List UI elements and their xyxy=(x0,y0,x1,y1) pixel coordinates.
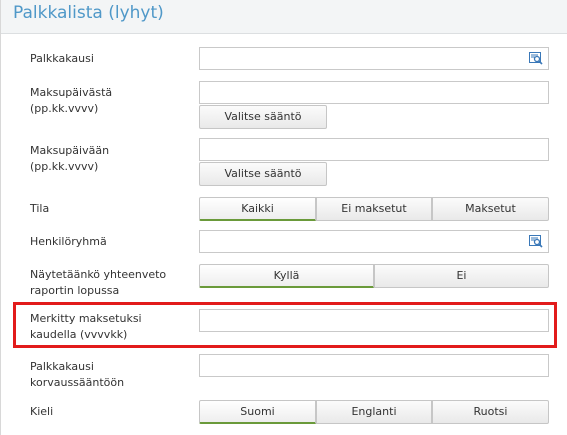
page-title: Palkkalista (lyhyt) xyxy=(13,3,164,23)
tila-option-ei-maksetut[interactable]: Ei maksetut xyxy=(316,197,432,221)
tila-option-kaikki[interactable]: Kaikki xyxy=(199,197,316,221)
maksupaiva-to-format: (pp.kk.vvvv) xyxy=(30,160,99,173)
palkkakausi-label: Palkkakausi xyxy=(30,52,94,65)
yhteenveto-label: Näytetäänkö yhteenveto xyxy=(30,268,167,281)
kieli-option-englanti[interactable]: Englanti xyxy=(316,400,432,424)
maksupaiva-to-input[interactable] xyxy=(199,138,549,161)
maksupaiva-to-rule-button[interactable]: Valitse sääntö xyxy=(199,162,327,186)
palkkakausi-input[interactable] xyxy=(199,47,549,70)
yhteenveto-label-line2: raportin lopussa xyxy=(30,284,120,297)
report-page: Palkkalista (lyhyt) Palkkakausi Maksupäi… xyxy=(0,0,567,435)
merkitty-input[interactable] xyxy=(199,309,549,332)
korvaussaanto-label-line2: korvaussääntöön xyxy=(30,376,125,389)
tila-option-maksetut[interactable]: Maksetut xyxy=(432,197,549,221)
lookup-icon[interactable] xyxy=(529,235,543,248)
maksupaiva-to-label: Maksupäivään xyxy=(30,144,110,157)
henkiloryhma-label: Henkilöryhmä xyxy=(30,235,107,248)
kieli-option-ruotsi[interactable]: Ruotsi xyxy=(432,400,549,424)
henkiloryhma-input[interactable] xyxy=(199,230,549,253)
merkitty-label: Merkitty maksetuksi xyxy=(30,312,142,325)
maksupaiva-from-input[interactable] xyxy=(199,81,549,104)
kieli-option-suomi[interactable]: Suomi xyxy=(199,400,316,424)
korvaussaanto-label: Palkkakausi xyxy=(30,360,94,373)
lookup-icon[interactable] xyxy=(529,52,543,65)
maksupaiva-from-rule-button[interactable]: Valitse sääntö xyxy=(199,105,327,129)
page-header: Palkkalista (lyhyt) xyxy=(1,0,567,34)
yhteenveto-option-kylla[interactable]: Kyllä xyxy=(199,264,374,288)
kieli-label: Kieli xyxy=(30,405,54,418)
merkitty-label-line2: kaudella (vvvvkk) xyxy=(30,328,128,341)
maksupaiva-from-format: (pp.kk.vvvv) xyxy=(30,102,99,115)
tila-label: Tila xyxy=(30,202,50,215)
korvaussaanto-input[interactable] xyxy=(199,354,549,377)
maksupaiva-from-label: Maksupäivästä xyxy=(30,86,113,99)
yhteenveto-option-ei[interactable]: Ei xyxy=(374,264,549,288)
